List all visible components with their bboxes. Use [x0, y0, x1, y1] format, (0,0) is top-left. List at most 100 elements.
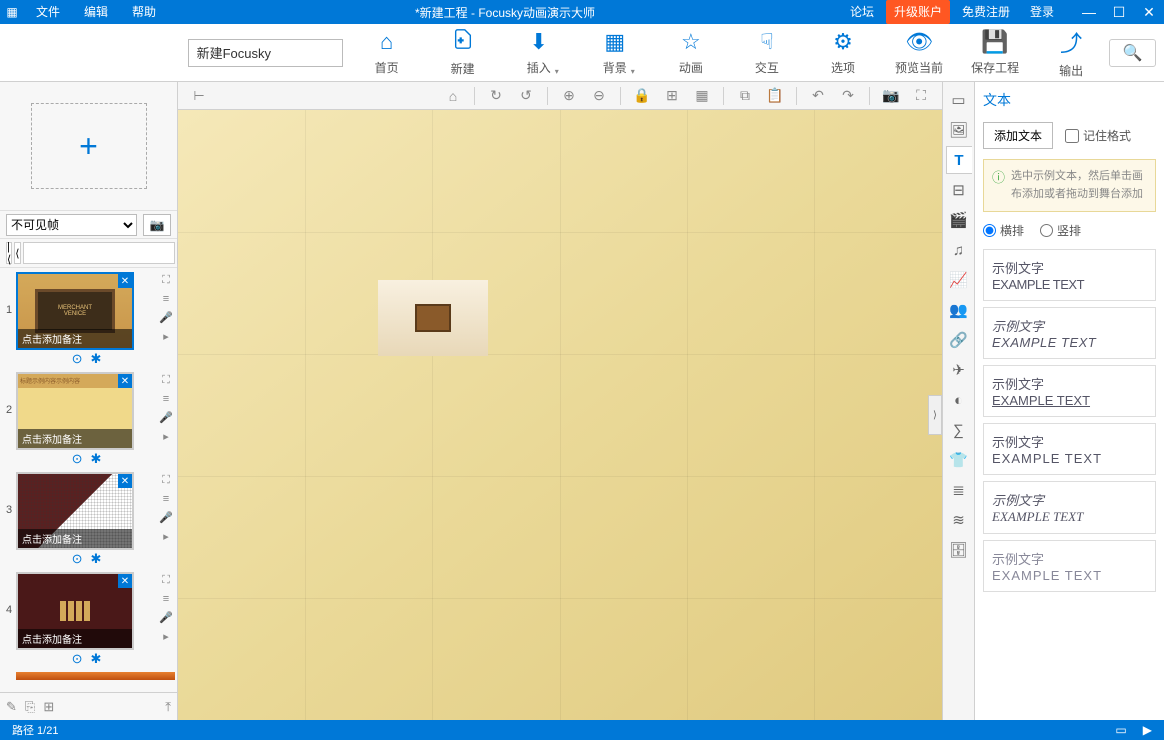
list-icon[interactable]: ≡ — [163, 393, 169, 405]
fullscreen-icon[interactable]: ⛶ — [908, 85, 934, 107]
zoom-in-icon[interactable]: ⊕ — [556, 85, 582, 107]
slide-caption[interactable]: 点击添加备注 — [18, 629, 132, 648]
rail-db-icon[interactable]: 🗄 — [946, 536, 972, 564]
toolbar-save[interactable]: 💾 保存工程 — [957, 24, 1033, 82]
toolbar-interaction[interactable]: ☟ 交互 — [729, 24, 805, 82]
menu-edit[interactable]: 编辑 — [72, 0, 120, 24]
canvas-home-icon[interactable]: ⌂ — [440, 85, 466, 107]
add-text-button[interactable]: 添加文本 — [983, 122, 1053, 149]
more-icon[interactable]: ▸ — [163, 530, 169, 543]
slide-thumbnail[interactable]: MERCHANTVENICE ✕ 点击添加备注 — [16, 272, 134, 350]
toolbar-home[interactable]: ⌂ 首页 — [349, 24, 425, 82]
undo2-icon[interactable]: ↶ — [805, 85, 831, 107]
slide-play-icon[interactable]: ⊙ — [72, 451, 83, 467]
rail-shirt-icon[interactable]: 👕 — [946, 446, 972, 474]
lb-grid-icon[interactable]: ⊞ — [43, 699, 54, 715]
list-icon[interactable]: ≡ — [163, 593, 169, 605]
slide-delete-icon[interactable]: ✕ — [118, 374, 132, 388]
mic-icon[interactable]: 🎤 — [159, 311, 173, 324]
link-register[interactable]: 免费注册 — [954, 0, 1018, 24]
slide-caption[interactable]: 点击添加备注 — [18, 429, 132, 448]
toolbar-insert[interactable]: ⬇ 插入▾ — [501, 24, 577, 82]
slide-delete-icon[interactable]: ✕ — [118, 474, 132, 488]
radio-horizontal[interactable]: 横排 — [983, 222, 1024, 239]
rail-video-icon[interactable]: ⊟ — [946, 176, 972, 204]
toolbar-output[interactable]: ⤴ 输出 — [1033, 24, 1109, 82]
nav-first[interactable]: |⟨ — [6, 242, 12, 264]
link-forum[interactable]: 论坛 — [842, 0, 882, 24]
canvas-collapse-handle[interactable]: ⟩ — [928, 395, 942, 435]
slide-search-input[interactable] — [23, 242, 175, 264]
mic-icon[interactable]: 🎤 — [159, 611, 173, 624]
rail-layers-icon[interactable]: ≋ — [946, 506, 972, 534]
rail-chart-icon[interactable]: 📈 — [946, 266, 972, 294]
text-samples-list[interactable]: 示例文字EXAMPLE TEXT 示例文字EXAMPLE TEXT 示例文字EX… — [983, 249, 1156, 712]
close-button[interactable]: ✕ — [1134, 0, 1164, 24]
redo2-icon[interactable]: ↷ — [835, 85, 861, 107]
rail-text-icon[interactable]: T — [946, 146, 972, 174]
undo-icon[interactable]: ↺ — [513, 85, 539, 107]
paste-icon[interactable]: 📋 — [762, 85, 788, 107]
slide-thumbnail[interactable]: ✕ 点击添加备注 — [16, 572, 134, 650]
snap-icon[interactable]: ▦ — [689, 85, 715, 107]
project-name-input[interactable] — [188, 39, 343, 67]
redo-icon[interactable]: ↻ — [483, 85, 509, 107]
upgrade-button[interactable]: 升级账户 — [886, 0, 950, 24]
slide-play-icon[interactable]: ⊙ — [72, 351, 83, 367]
list-icon[interactable]: ≡ — [163, 493, 169, 505]
more-icon[interactable]: ▸ — [163, 330, 169, 343]
slide-item[interactable]: 1 MERCHANTVENICE ✕ 点击添加备注 ⊙ ✱ ⛶ ≡ 🎤 — [2, 272, 175, 368]
rail-movie-icon[interactable]: 🎬 — [946, 206, 972, 234]
rail-list-icon[interactable]: ≣ — [946, 476, 972, 504]
lb-up-icon[interactable]: ⤒ — [165, 699, 171, 715]
minimize-button[interactable]: — — [1074, 0, 1104, 24]
more-icon[interactable]: ▸ — [163, 430, 169, 443]
mic-icon[interactable]: 🎤 — [159, 411, 173, 424]
slide-settings-icon[interactable]: ✱ — [91, 451, 102, 467]
text-sample[interactable]: 示例文字EXAMPLE TEXT — [983, 481, 1156, 534]
text-sample[interactable]: 示例文字EXAMPLE TEXT — [983, 365, 1156, 417]
camera-button[interactable]: 📷 — [143, 214, 171, 236]
slide-list[interactable]: 1 MERCHANTVENICE ✕ 点击添加备注 ⊙ ✱ ⛶ ≡ 🎤 — [0, 268, 177, 692]
toolbar-new[interactable]: 新建 — [425, 24, 501, 82]
maximize-button[interactable]: ☐ — [1104, 0, 1134, 24]
expand-icon[interactable]: ⛶ — [162, 274, 170, 287]
camera-icon[interactable]: 📷 — [878, 85, 904, 107]
menu-file[interactable]: 文件 — [24, 0, 72, 24]
rail-link-icon[interactable]: 🔗 — [946, 326, 972, 354]
rail-frame-icon[interactable]: ▭ — [946, 86, 972, 114]
canvas[interactable]: ⟩ — [178, 110, 942, 720]
slide-item[interactable]: 3 ✕ 点击添加备注 ⊙ ✱ ⛶ ≡ 🎤 ▸ — [2, 472, 175, 568]
mic-icon[interactable]: 🎤 — [159, 511, 173, 524]
text-sample[interactable]: 示例文字EXAMPLE TEXT — [983, 540, 1156, 592]
rail-plane-icon[interactable]: ✈ — [946, 356, 972, 384]
slide-play-icon[interactable]: ⊙ — [72, 651, 83, 667]
toolbar-search[interactable]: 🔍 — [1109, 39, 1156, 67]
zoom-out-icon[interactable]: ⊖ — [586, 85, 612, 107]
rail-image-icon[interactable]: 🖼 — [946, 116, 972, 144]
rail-music-icon[interactable]: ♫ — [946, 236, 972, 264]
slide-item[interactable]: 2 标题示例内容示例内容 ✕ 点击添加备注 ⊙ ✱ ⛶ ≡ 🎤 — [2, 372, 175, 468]
slide-delete-icon[interactable]: ✕ — [118, 274, 132, 288]
more-icon[interactable]: ▸ — [163, 630, 169, 643]
slide-caption[interactable]: 点击添加备注 — [18, 329, 132, 348]
toolbar-animation[interactable]: ☆ 动画 — [653, 24, 729, 82]
text-sample[interactable]: 示例文字EXAMPLE TEXT — [983, 307, 1156, 359]
slide-delete-icon[interactable]: ✕ — [118, 574, 132, 588]
lb-copy-icon[interactable]: ⎘ — [25, 699, 35, 715]
slide-settings-icon[interactable]: ✱ — [91, 651, 102, 667]
slide-settings-icon[interactable]: ✱ — [91, 551, 102, 567]
add-slide-button[interactable]: + — [31, 103, 147, 189]
copy-icon[interactable]: ⧉ — [732, 85, 758, 107]
text-sample[interactable]: 示例文字EXAMPLE TEXT — [983, 423, 1156, 475]
canvas-content[interactable] — [378, 280, 488, 356]
slide-caption[interactable]: 点击添加备注 — [18, 529, 132, 548]
nav-prev[interactable]: ⟨ — [14, 242, 20, 264]
expand-icon[interactable]: ⛶ — [162, 374, 170, 387]
slide-item[interactable]: 4 ✕ 点击添加备注 ⊙ ✱ ⛶ ≡ 🎤 ▸ — [2, 572, 175, 668]
slide-thumbnail[interactable]: ✕ 点击添加备注 — [16, 472, 134, 550]
list-icon[interactable]: ≡ — [163, 293, 169, 305]
rail-people-icon[interactable]: 👥 — [946, 296, 972, 324]
toolbar-background[interactable]: ▦ 背景▾ — [577, 24, 653, 82]
visibility-select[interactable]: 不可见帧 — [6, 214, 137, 236]
